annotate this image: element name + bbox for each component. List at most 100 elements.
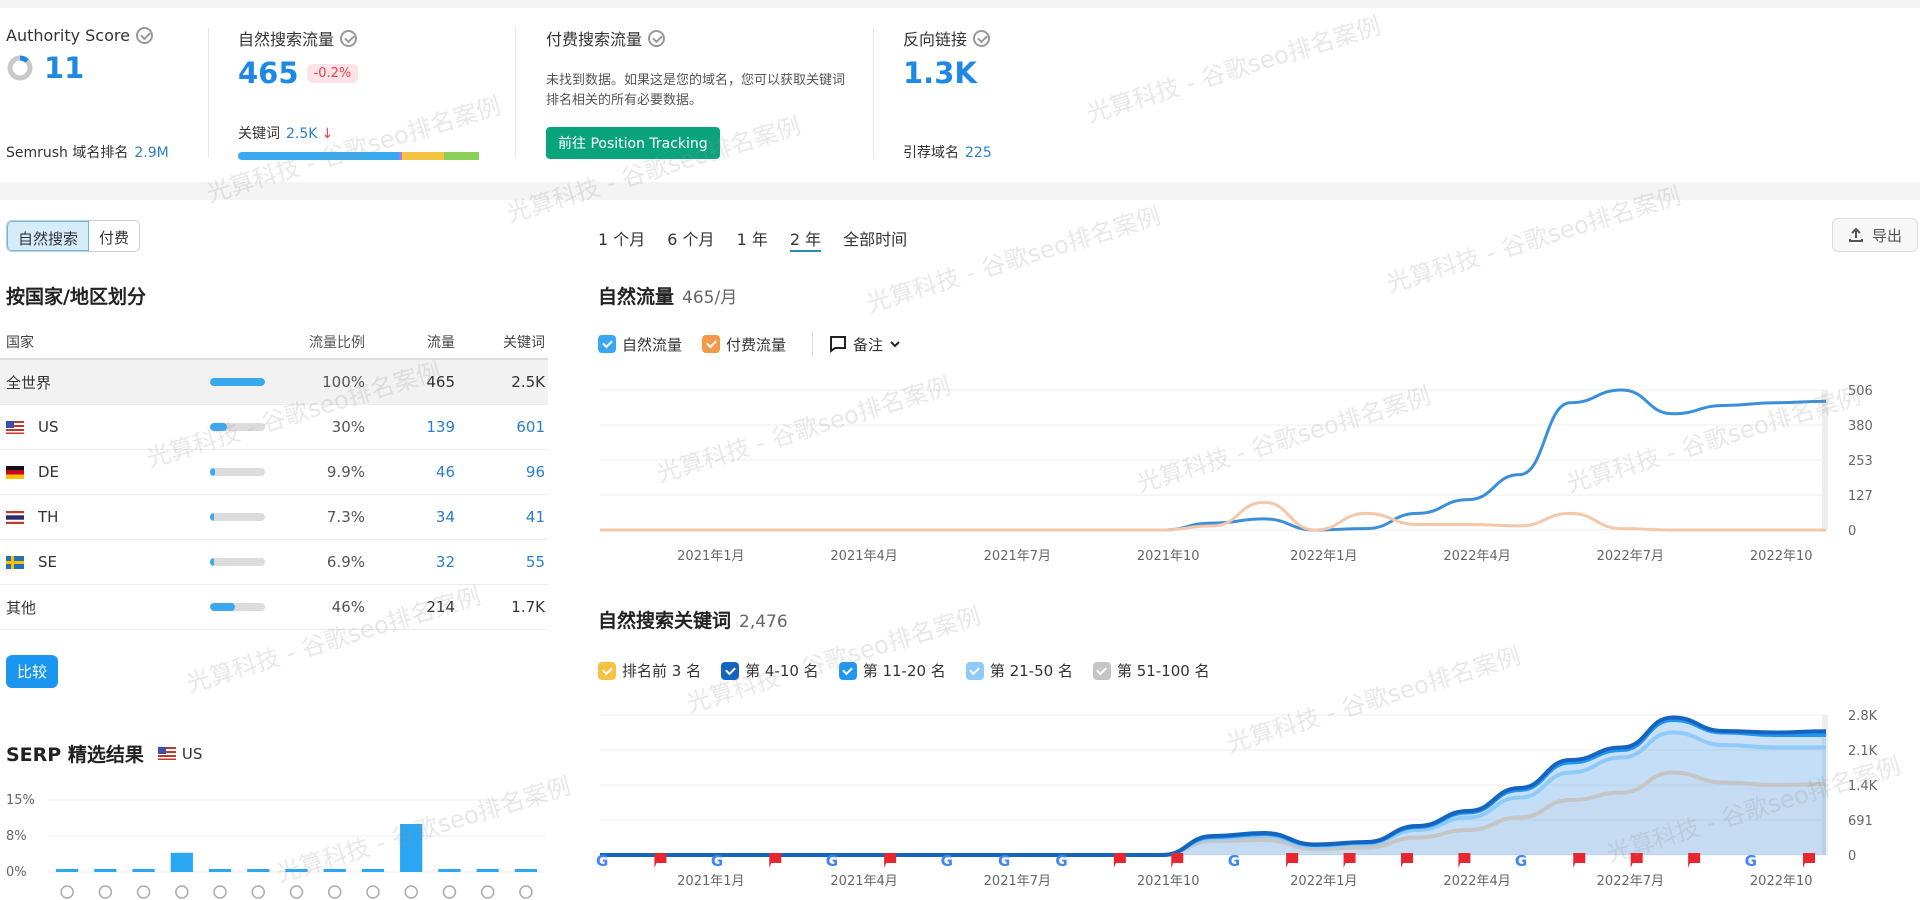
featured-snippet-icon[interactable]	[136, 885, 151, 899]
table-row[interactable]: US 30% 139 601	[0, 405, 548, 450]
serp-bar[interactable]	[94, 869, 117, 872]
info-icon[interactable]	[135, 27, 153, 44]
image-icon[interactable]	[404, 885, 418, 899]
keywords-value[interactable]: 41	[455, 508, 545, 526]
flag-note-icon[interactable]	[1573, 853, 1586, 868]
google-update-icon[interactable]: G	[941, 852, 953, 870]
traffic-value[interactable]: 34	[365, 508, 455, 526]
export-button[interactable]: 导出	[1832, 218, 1918, 252]
organic-traffic-value[interactable]: 465	[238, 56, 299, 90]
flag-note-icon[interactable]	[1630, 853, 1643, 868]
knowledge-panel-icon[interactable]	[60, 885, 74, 899]
period-option[interactable]: 1 个月	[598, 226, 645, 252]
keywords-value[interactable]: 96	[455, 463, 545, 481]
google-update-icon[interactable]: G	[998, 852, 1010, 870]
serp-bar[interactable]	[400, 824, 423, 872]
serp-bar[interactable]	[132, 869, 155, 872]
divider	[873, 28, 874, 158]
info-icon[interactable]	[973, 29, 991, 47]
google-update-icon[interactable]: G	[1745, 852, 1757, 870]
col-share[interactable]: 流量比例	[250, 332, 365, 352]
flag-note-icon[interactable]	[1343, 853, 1356, 868]
flag-note-icon[interactable]	[884, 853, 897, 868]
serp-bar[interactable]	[208, 869, 232, 872]
col-country[interactable]: 国家	[0, 332, 210, 352]
table-row[interactable]: SE 6.9% 32 55	[0, 540, 548, 585]
serp-country-selector[interactable]: US	[157, 745, 202, 763]
traffic-value[interactable]: 214	[365, 598, 455, 616]
featured-video-icon[interactable]	[327, 885, 342, 899]
flag-note-icon[interactable]	[1286, 853, 1299, 868]
google-update-icon[interactable]: G	[1515, 852, 1527, 870]
top-stories-icon[interactable]	[366, 885, 380, 899]
serp-bar[interactable]	[170, 852, 193, 872]
serp-bar[interactable]	[285, 869, 308, 872]
series-line[interactable]	[600, 500, 1826, 532]
flag-note-icon[interactable]	[1401, 853, 1413, 868]
serp-bar[interactable]	[514, 869, 537, 872]
serp-bar[interactable]	[56, 869, 79, 872]
position-tracking-button[interactable]: 前往 Position Tracking	[546, 127, 720, 159]
table-row[interactable]: 全世界 100% 465 2.5K	[0, 360, 548, 405]
table-row[interactable]: TH 7.3% 34 41	[0, 495, 548, 540]
reviews-icon[interactable]	[251, 885, 266, 899]
flag-note-icon[interactable]	[1688, 853, 1701, 868]
flag-note-icon[interactable]	[1171, 853, 1184, 868]
legend-keyword-range[interactable]: 第 4-10 名	[721, 660, 819, 681]
keywords-value[interactable]: 55	[455, 553, 545, 571]
period-option[interactable]: 6 个月	[667, 226, 714, 252]
local-pack-icon[interactable]	[98, 885, 113, 899]
legend-organic[interactable]: 自然流量	[598, 334, 682, 355]
serp-bar[interactable]	[476, 869, 499, 872]
legend-keyword-range[interactable]: 第 11-20 名	[838, 660, 946, 681]
info-icon[interactable]	[648, 29, 666, 47]
semrush-rank-value[interactable]: 2.9M	[134, 145, 168, 161]
legend-keyword-range[interactable]: 排名前 3 名	[598, 660, 701, 681]
traffic-value[interactable]: 465	[365, 373, 455, 391]
image-pack-icon[interactable]	[175, 885, 189, 899]
legend-paid[interactable]: 付费流量	[702, 334, 786, 355]
sitelinks-icon[interactable]	[213, 885, 227, 899]
google-update-icon[interactable]: G	[1055, 852, 1067, 870]
flag-note-icon[interactable]	[1803, 853, 1815, 868]
people-also-ask-icon[interactable]	[519, 885, 533, 899]
serp-bar[interactable]	[323, 869, 346, 872]
keywords-value[interactable]: 1.7K	[455, 598, 545, 616]
traffic-value[interactable]: 139	[365, 418, 455, 436]
traffic-value[interactable]: 32	[365, 553, 455, 571]
legend-keyword-range[interactable]: 第 51-100 名	[1092, 660, 1210, 681]
keywords-value[interactable]: 2.5K	[455, 373, 545, 391]
organic-toggle[interactable]: 自然搜索	[7, 221, 90, 251]
period-option[interactable]: 全部时间	[843, 226, 907, 252]
period-option[interactable]: 1 年	[737, 226, 768, 252]
google-update-icon[interactable]: G	[1228, 852, 1240, 870]
backlinks-value[interactable]: 1.3K	[903, 56, 977, 90]
flag-note-icon[interactable]	[1458, 853, 1471, 868]
video-icon[interactable]	[289, 885, 304, 899]
flag-note-icon[interactable]	[654, 853, 667, 868]
notes-dropdown[interactable]: 备注	[829, 334, 901, 355]
legend-keyword-range[interactable]: 第 21-50 名	[965, 660, 1073, 681]
table-row[interactable]: DE 9.9% 46 96	[0, 450, 548, 495]
serp-bar[interactable]	[247, 869, 270, 872]
flag-note-icon[interactable]	[769, 853, 782, 868]
keywords-value[interactable]: 601	[455, 418, 545, 436]
compare-button[interactable]: 比较	[6, 655, 59, 688]
serp-bar[interactable]	[361, 869, 385, 872]
keywords-value[interactable]: 2.5K	[286, 126, 317, 142]
referring-domains-value[interactable]: 225	[965, 145, 992, 161]
paid-toggle[interactable]: 付费	[89, 221, 139, 251]
google-update-icon[interactable]: G	[596, 852, 608, 870]
faq-icon[interactable]	[480, 885, 495, 899]
video-carousel-icon[interactable]	[442, 885, 457, 899]
google-update-icon[interactable]: G	[711, 852, 723, 870]
traffic-value[interactable]: 46	[365, 463, 455, 481]
table-row[interactable]: 其他 46% 214 1.7K	[0, 585, 548, 630]
google-update-icon[interactable]: G	[826, 852, 838, 870]
col-keywords[interactable]: 关键词	[455, 332, 545, 352]
period-option[interactable]: 2 年	[789, 226, 822, 252]
col-traffic[interactable]: 流量	[365, 332, 455, 352]
info-icon[interactable]	[340, 29, 358, 47]
flag-note-icon[interactable]	[1113, 853, 1126, 868]
serp-bar[interactable]	[438, 869, 461, 872]
